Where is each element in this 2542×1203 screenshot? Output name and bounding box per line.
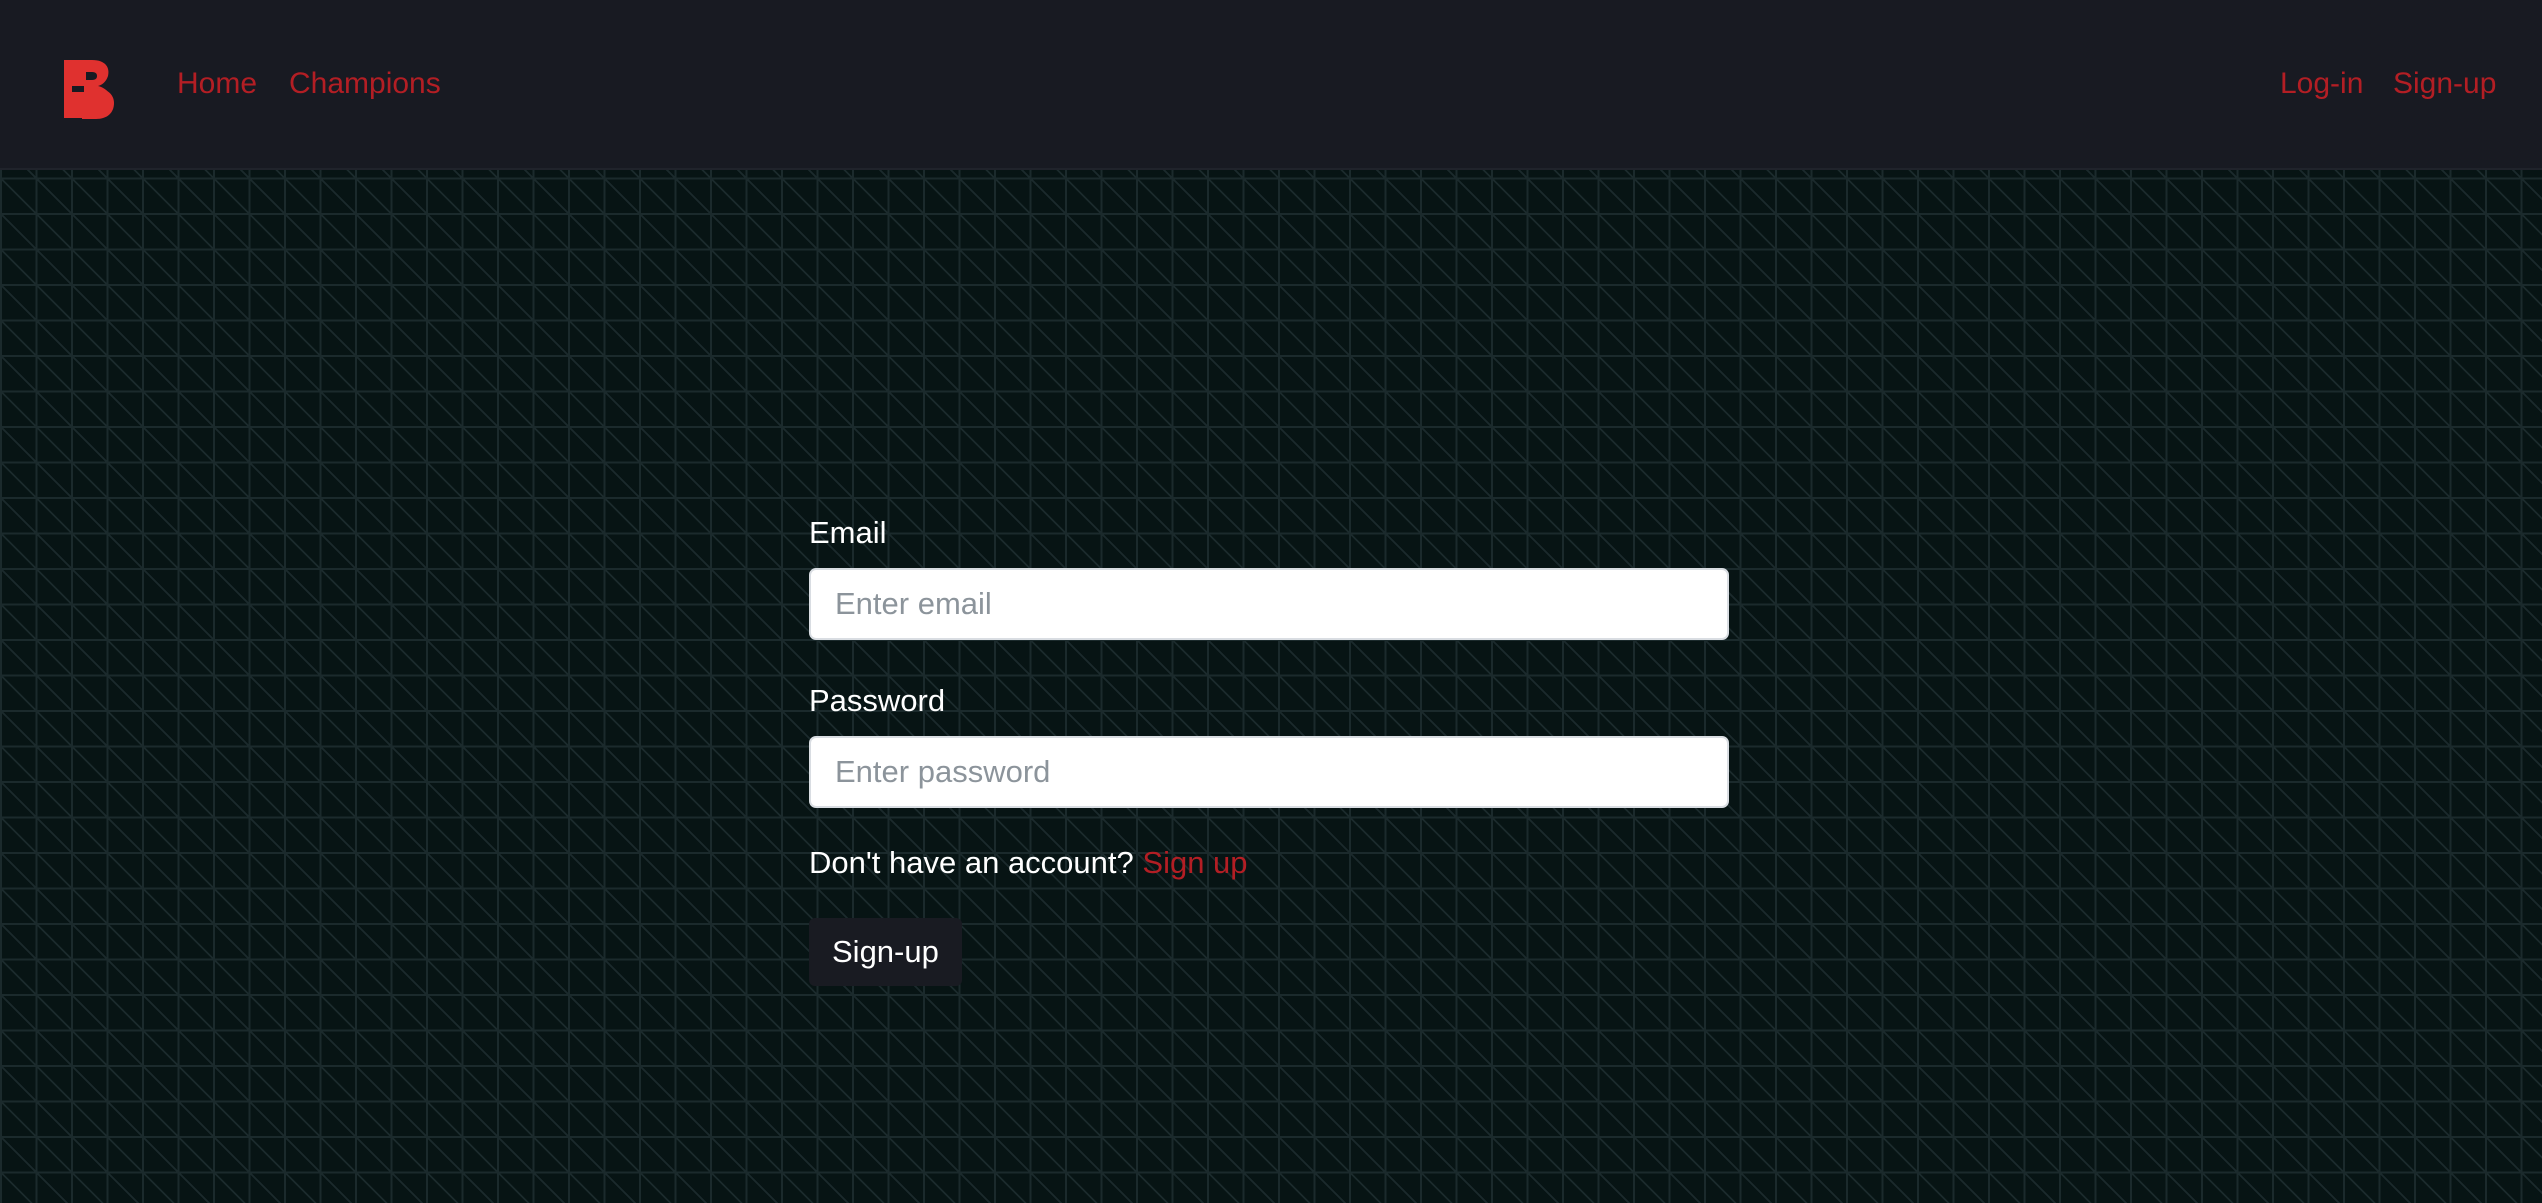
account-prompt-line: Don't have an account? Sign up <box>809 842 1729 884</box>
brand-logo-icon[interactable] <box>62 58 122 120</box>
nav-link-signup[interactable]: Sign-up <box>2393 64 2496 104</box>
signup-form: Email Password Don't have an account? Si… <box>809 512 1729 986</box>
account-prompt-text: Don't have an account? <box>809 845 1134 880</box>
email-label: Email <box>809 515 887 550</box>
signup-link[interactable]: Sign up <box>1142 845 1247 880</box>
signup-submit-button[interactable]: Sign-up <box>809 918 962 986</box>
password-field[interactable] <box>809 736 1729 808</box>
email-field[interactable] <box>809 568 1729 640</box>
top-navbar: Home Champions Log-in Sign-up <box>0 0 2542 170</box>
password-label: Password <box>809 683 946 718</box>
nav-link-login[interactable]: Log-in <box>2280 64 2363 104</box>
nav-link-home[interactable]: Home <box>177 64 257 104</box>
nav-link-champions[interactable]: Champions <box>289 64 441 104</box>
